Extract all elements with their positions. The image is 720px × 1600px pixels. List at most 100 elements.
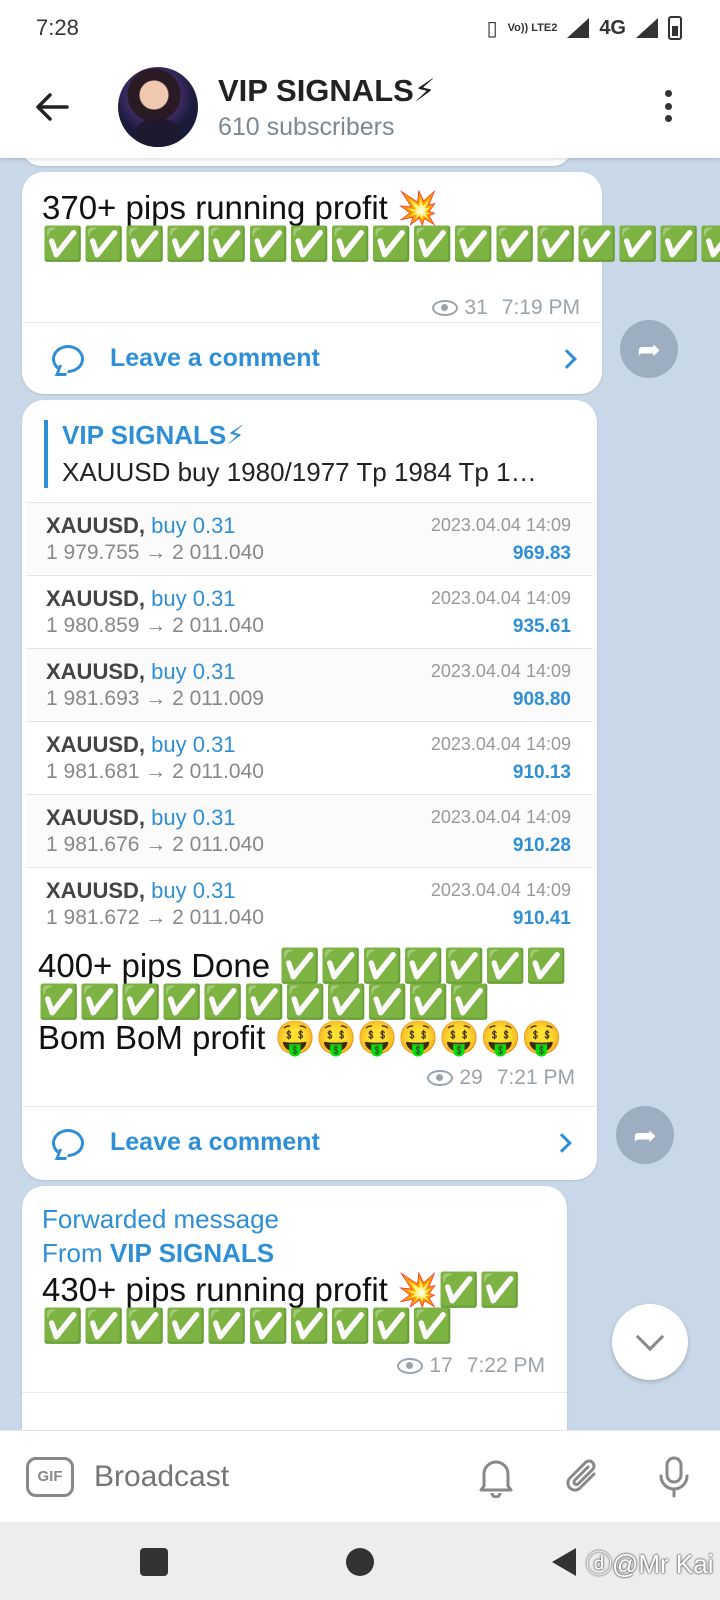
recents-button[interactable]: [140, 1548, 168, 1576]
trade-symbol: XAUUSD,: [46, 878, 146, 903]
chevron-down-icon: [635, 1322, 665, 1352]
status-bar: 7:28 ▯ Vo)) LTE2 4G: [0, 0, 720, 56]
share-button[interactable]: ➦: [616, 1106, 674, 1164]
status-time: 7:28: [36, 15, 79, 40]
comment-label: Leave a comment: [110, 1128, 320, 1156]
signal-icon: [567, 18, 590, 38]
signal-icon-2: [636, 18, 658, 38]
message-list[interactable]: 370+ pips running profit 💥✅✅✅✅✅✅✅✅✅✅✅✅✅✅…: [0, 158, 720, 1430]
message-bubble[interactable]: VIP SIGNALS⚡ XAUUSD buy 1980/1977 Tp 198…: [22, 400, 597, 1180]
reply-author: VIP SIGNALS⚡: [62, 420, 245, 450]
trade-row: XAUUSD, buy 0.31 1 981.681 → 2 011.040 2…: [26, 721, 593, 793]
trade-row: XAUUSD, buy 0.31 1 980.859 → 2 011.040 2…: [26, 575, 593, 647]
trade-row: XAUUSD, buy 0.31 1 981.672 → 2 011.040 2…: [26, 867, 593, 939]
partial-message-bubble: [22, 158, 572, 166]
microphone-icon-svg: [659, 1456, 689, 1498]
share-icon: ➦: [633, 1119, 657, 1151]
subscriber-count: 610 subscribers: [218, 112, 395, 141]
reply-preview: XAUUSD buy 1980/1977 Tp 1984 Tp 1…: [62, 457, 537, 487]
message-text-line: ✅✅✅✅✅✅✅✅✅✅✅: [38, 983, 490, 1020]
view-count: 29: [459, 1066, 483, 1089]
forwarded-label: Forwarded message: [42, 1204, 279, 1234]
trade-date: 2023.04.04 14:09: [430, 807, 571, 827]
trade-prices: 1 979.755 → 2 011.040: [46, 541, 264, 564]
message-bubble[interactable]: Forwarded message From VIP SIGNALS 430+ …: [22, 1186, 567, 1430]
more-options-button[interactable]: [656, 86, 680, 126]
back-button[interactable]: [22, 77, 82, 137]
trade-prices: 1 981.672 → 2 011.040: [46, 906, 264, 929]
message-meta: 31 7:19 PM: [432, 296, 580, 320]
comment-label: Leave a comment: [110, 344, 320, 372]
trade-symbol: XAUUSD,: [46, 805, 146, 830]
share-button[interactable]: ➦: [620, 320, 678, 378]
microphone-icon[interactable]: [650, 1453, 698, 1501]
chevron-right-icon: [557, 348, 577, 369]
forwarded-from-name: VIP SIGNALS: [109, 1238, 275, 1268]
comment-icon: [52, 344, 84, 373]
message-text-line: ✅✅✅✅✅✅✅✅✅✅: [42, 1307, 453, 1344]
message-time: 7:21 PM: [496, 1066, 575, 1089]
message-time: 7:19 PM: [501, 296, 580, 319]
divider: [22, 1392, 567, 1393]
message-text: 370+ pips running profit 💥✅✅✅✅✅✅✅✅✅✅✅✅✅✅…: [42, 189, 720, 262]
view-count: 31: [464, 296, 488, 319]
paperclip-icon[interactable]: [560, 1453, 608, 1501]
message-bubble[interactable]: 370+ pips running profit 💥✅✅✅✅✅✅✅✅✅✅✅✅✅✅…: [22, 172, 720, 394]
share-icon: ➦: [637, 333, 661, 365]
trade-row: XAUUSD, buy 0.31 1 981.693 → 2 011.009 2…: [26, 648, 593, 720]
trade-profit: 935.61: [512, 616, 571, 637]
bell-icon-svg: [479, 1460, 513, 1498]
leave-comment-button[interactable]: Leave a comment: [22, 1106, 597, 1178]
trade-profit: 910.41: [512, 908, 571, 929]
from-prefix: From: [42, 1238, 103, 1268]
trade-type: buy 0.31: [151, 805, 236, 830]
reply-quote[interactable]: VIP SIGNALS⚡ XAUUSD buy 1980/1977 Tp 198…: [44, 420, 583, 488]
gif-icon[interactable]: GIF: [26, 1456, 74, 1497]
message-text-line: 400+ pips Done ✅✅✅✅✅✅✅: [38, 947, 567, 984]
message-text-line: Bom BoM profit 🤑🤑🤑🤑🤑🤑🤑: [38, 1019, 563, 1056]
trade-symbol: XAUUSD,: [46, 659, 146, 684]
trade-row: XAUUSD, buy 0.31 1 981.676 → 2 011.040 2…: [26, 794, 593, 866]
trade-symbol: XAUUSD,: [46, 586, 146, 611]
chevron-right-icon: [552, 1132, 572, 1153]
message-time: 7:22 PM: [466, 1354, 545, 1377]
trade-prices: 1 981.681 → 2 011.040: [46, 760, 264, 783]
channel-name: VIP SIGNALS⚡: [218, 72, 436, 108]
back-arrow-icon: [36, 93, 69, 121]
trade-row: XAUUSD, buy 0.31 1 979.755 → 2 011.040 2…: [26, 502, 593, 574]
broadcast-bar: GIF: [0, 1430, 720, 1522]
forwarded-from: From VIP SIGNALS: [42, 1236, 279, 1270]
leave-comment-button[interactable]: Leave a comment: [22, 322, 602, 394]
vibrate-icon: ▯: [486, 17, 498, 40]
trade-date: 2023.04.04 14:09: [430, 661, 571, 681]
home-button[interactable]: [346, 1548, 374, 1576]
trade-screenshot[interactable]: XAUUSD, buy 0.31 1 979.755 → 2 011.040 2…: [22, 502, 597, 940]
trade-type: buy 0.31: [151, 659, 236, 684]
volte-indicator: Vo)) LTE2: [507, 21, 558, 34]
broadcast-input[interactable]: [94, 1459, 434, 1494]
eye-icon: [397, 1358, 424, 1374]
trade-type: buy 0.31: [151, 732, 236, 757]
trade-profit: 969.83: [512, 543, 571, 564]
eye-icon: [432, 300, 459, 316]
trade-prices: 1 981.693 → 2 011.009: [46, 687, 264, 710]
trade-date: 2023.04.04 14:09: [430, 734, 571, 754]
forward-header[interactable]: Forwarded message From VIP SIGNALS: [42, 1202, 279, 1270]
trade-prices: 1 981.676 → 2 011.040: [46, 833, 264, 856]
scroll-down-button[interactable]: [612, 1304, 688, 1380]
view-count: 17: [429, 1354, 453, 1377]
chat-header: VIP SIGNALS⚡ 610 subscribers: [0, 56, 720, 158]
channel-title-block[interactable]: VIP SIGNALS⚡ 610 subscribers: [218, 73, 436, 142]
trade-date: 2023.04.04 14:09: [430, 588, 571, 608]
system-back-button[interactable]: [552, 1548, 576, 1576]
system-nav-bar: ⓓ@Mr Kai: [0, 1522, 720, 1600]
bell-icon[interactable]: [472, 1453, 520, 1501]
network-type: 4G: [599, 16, 626, 39]
trade-type: buy 0.31: [151, 878, 236, 903]
trade-profit: 908.80: [512, 689, 571, 710]
channel-avatar[interactable]: [118, 67, 198, 147]
message-text-line: 430+ pips running profit 💥✅✅: [42, 1271, 521, 1308]
eye-icon: [427, 1070, 454, 1086]
message-meta: 29 7:21 PM: [427, 1066, 575, 1090]
trade-prices: 1 980.859 → 2 011.040: [46, 614, 264, 637]
